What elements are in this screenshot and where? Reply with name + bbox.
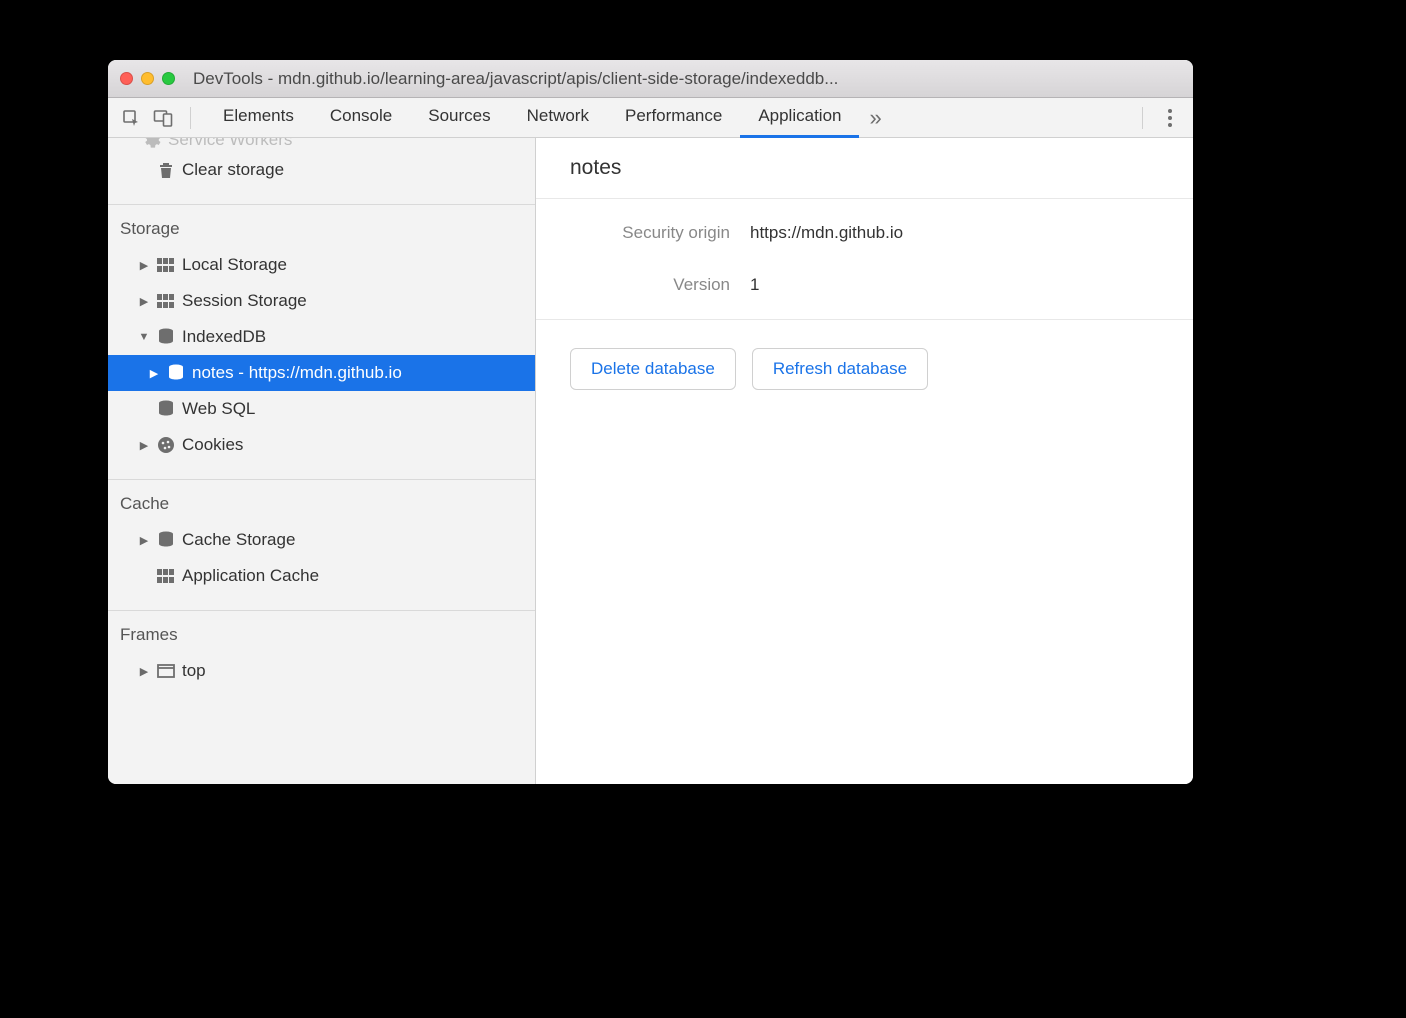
chevron-right-icon: ▶ [138, 439, 150, 452]
sidebar-item-indexeddb[interactable]: ▼ IndexedDB [108, 319, 535, 355]
database-name-heading: notes [536, 138, 1193, 199]
chevron-right-icon: ▶ [138, 534, 150, 547]
tab-sources[interactable]: Sources [410, 98, 508, 138]
database-actions: Delete database Refresh database [536, 320, 1193, 418]
window-title: DevTools - mdn.github.io/learning-area/j… [193, 69, 1181, 89]
sidebar-item-cache-storage[interactable]: ▶ Cache Storage [108, 522, 535, 558]
sidebar-item-label: top [182, 661, 206, 681]
database-icon [156, 327, 176, 347]
cookie-icon [156, 435, 176, 455]
sidebar-item-application-cache[interactable]: Application Cache [108, 558, 535, 594]
security-origin-row: Security origin https://mdn.github.io [570, 223, 1159, 243]
chevron-right-icon: ▶ [138, 295, 150, 308]
sidebar-item-label: Clear storage [182, 160, 284, 180]
toolbar-divider [190, 107, 191, 129]
security-origin-label: Security origin [570, 223, 750, 243]
inspect-element-icon[interactable] [118, 105, 144, 131]
sidebar-item-label: notes - https://mdn.github.io [192, 363, 402, 383]
sidebar-item-clear-storage[interactable]: Clear storage [108, 152, 535, 188]
sidebar-item-label: Web SQL [182, 399, 255, 419]
version-label: Version [570, 275, 750, 295]
minimize-window-button[interactable] [141, 72, 154, 85]
sidebar-item-cookies[interactable]: ▶ Cookies [108, 427, 535, 463]
tab-application[interactable]: Application [740, 98, 859, 138]
version-row: Version 1 [570, 275, 1159, 295]
toolbar-divider [1142, 107, 1143, 129]
tab-performance[interactable]: Performance [607, 98, 740, 138]
database-icon [156, 399, 176, 419]
sidebar-item-web-sql[interactable]: Web SQL [108, 391, 535, 427]
database-icon [156, 530, 176, 550]
delete-database-button[interactable]: Delete database [570, 348, 736, 390]
devtools-toolbar: Elements Console Sources Network Perform… [108, 98, 1193, 138]
close-window-button[interactable] [120, 72, 133, 85]
sidebar-item-label: Application Cache [182, 566, 319, 586]
gear-icon [144, 138, 162, 149]
sidebar-item-service-workers[interactable]: Service Workers [108, 138, 535, 152]
chevron-right-icon: ▶ [138, 259, 150, 272]
devtools-window: DevTools - mdn.github.io/learning-area/j… [108, 60, 1193, 784]
trash-icon [156, 160, 176, 180]
section-header-frames: Frames [108, 610, 535, 653]
tab-elements[interactable]: Elements [205, 98, 312, 138]
sidebar-item-label: Session Storage [182, 291, 307, 311]
sidebar-item-label: Service Workers [168, 138, 292, 150]
refresh-database-button[interactable]: Refresh database [752, 348, 928, 390]
sidebar-item-frame-top[interactable]: ▶ top [108, 653, 535, 689]
titlebar: DevTools - mdn.github.io/learning-area/j… [108, 60, 1193, 98]
more-tabs-button[interactable]: » [859, 105, 891, 131]
tab-console[interactable]: Console [312, 98, 410, 138]
section-header-cache: Cache [108, 479, 535, 522]
table-icon [156, 291, 176, 311]
chevron-right-icon: ▶ [148, 367, 160, 380]
sidebar-item-label: Cache Storage [182, 530, 295, 550]
table-icon [156, 255, 176, 275]
sidebar-item-session-storage[interactable]: ▶ Session Storage [108, 283, 535, 319]
application-sidebar: Service Workers Clear storage Storage ▶ … [108, 138, 536, 784]
security-origin-value: https://mdn.github.io [750, 223, 903, 243]
panel-body: Service Workers Clear storage Storage ▶ … [108, 138, 1193, 784]
chevron-down-icon: ▼ [138, 331, 150, 343]
tab-network[interactable]: Network [509, 98, 607, 138]
chevron-right-icon: ▶ [138, 665, 150, 678]
settings-menu-icon[interactable] [1157, 105, 1183, 131]
sidebar-item-label: IndexedDB [182, 327, 266, 347]
sidebar-item-label: Local Storage [182, 255, 287, 275]
sidebar-item-local-storage[interactable]: ▶ Local Storage [108, 247, 535, 283]
section-header-storage: Storage [108, 204, 535, 247]
database-icon [166, 363, 186, 383]
zoom-window-button[interactable] [162, 72, 175, 85]
sidebar-item-indexeddb-notes[interactable]: ▶ notes - https://mdn.github.io [108, 355, 535, 391]
database-details: Security origin https://mdn.github.io Ve… [536, 199, 1193, 320]
panel-tabs: Elements Console Sources Network Perform… [205, 98, 1128, 138]
version-value: 1 [750, 275, 759, 295]
sidebar-item-label: Cookies [182, 435, 243, 455]
traffic-lights [120, 72, 175, 85]
table-icon [156, 566, 176, 586]
database-detail-panel: notes Security origin https://mdn.github… [536, 138, 1193, 784]
device-toolbar-icon[interactable] [150, 105, 176, 131]
frame-icon [156, 661, 176, 681]
